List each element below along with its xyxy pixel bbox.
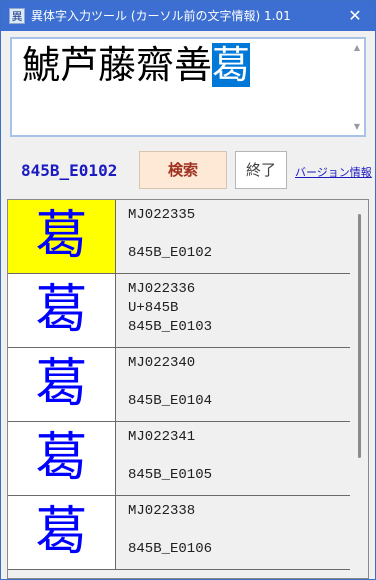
variant-row[interactable]: 葛 MJ022340 845B_E0104 (8, 348, 350, 422)
current-code-label: 845B_E0102 (21, 161, 118, 180)
scroll-up-icon[interactable]: ▲ (354, 43, 360, 52)
search-button[interactable]: 検索 (139, 151, 227, 189)
variant-row[interactable]: 葛 MJ022335 845B_E0102 (8, 200, 350, 274)
window-title: 異体字入力ツール (カーソル前の文字情報) 1.01 (31, 9, 291, 23)
variant-glyph: 葛 (8, 496, 116, 569)
variant-info: MJ022338 845B_E0106 (128, 502, 212, 559)
close-icon[interactable]: ✕ (341, 5, 369, 27)
scrollbar-thumb[interactable] (358, 214, 361, 458)
variant-list: 葛 MJ022335 845B_E0102 葛 MJ022336 U+845B … (7, 199, 369, 579)
variant-glyph: 葛 (8, 274, 116, 347)
variant-unicode (128, 373, 212, 392)
input-text: 鯱芦藤齋善葛 (22, 41, 251, 89)
app-icon: 異 (9, 8, 25, 24)
variant-ivs-code: 845B_E0106 (128, 541, 213, 557)
variant-unicode (128, 225, 212, 244)
variant-glyph: 葛 (8, 422, 116, 495)
variant-mj-code: MJ022335 (128, 207, 196, 223)
variant-unicode: U+845B (128, 300, 179, 316)
variant-row[interactable]: 葛 MJ022341 845B_E0105 (8, 422, 350, 496)
variant-info: MJ022336 U+845B 845B_E0103 (128, 280, 212, 337)
variant-ivs-code: 845B_E0102 (128, 245, 213, 261)
variant-mj-code: MJ022336 (128, 281, 196, 297)
end-button[interactable]: 終了 (235, 151, 287, 189)
variant-unicode (128, 521, 212, 540)
variant-info: MJ022335 845B_E0102 (128, 206, 212, 263)
variant-mj-code: MJ022338 (128, 503, 196, 519)
scroll-down-icon[interactable]: ▼ (354, 122, 360, 131)
variant-row[interactable]: 葛 MJ022336 U+845B 845B_E0103 (8, 274, 350, 348)
variant-mj-code: MJ022341 (128, 429, 196, 445)
variant-ivs-code: 845B_E0103 (128, 319, 213, 335)
variant-info: MJ022341 845B_E0105 (128, 428, 212, 485)
variant-ivs-code: 845B_E0104 (128, 393, 213, 409)
app-window: 異 異体字入力ツール (カーソル前の文字情報) 1.01 ✕ 鯱芦藤齋善葛 ▲ … (0, 0, 376, 580)
version-info-link[interactable]: バージョン情報 (295, 164, 372, 180)
variant-unicode (128, 447, 212, 466)
variant-info: MJ022340 845B_E0104 (128, 354, 212, 411)
input-selected-char: 葛 (212, 43, 251, 87)
variant-mj-code: MJ022340 (128, 355, 196, 371)
variant-glyph: 葛 (8, 348, 116, 421)
variant-ivs-code: 845B_E0105 (128, 467, 213, 483)
title-bar: 異 異体字入力ツール (カーソル前の文字情報) 1.01 ✕ (1, 1, 375, 31)
text-input-area[interactable]: 鯱芦藤齋善葛 ▲ ▼ (10, 37, 366, 137)
list-scrollbar[interactable] (351, 200, 368, 578)
variant-row[interactable]: 葛 MJ022338 845B_E0106 (8, 496, 350, 570)
input-text-before: 鯱芦藤齋善 (22, 43, 213, 87)
variant-glyph: 葛 (8, 200, 116, 273)
